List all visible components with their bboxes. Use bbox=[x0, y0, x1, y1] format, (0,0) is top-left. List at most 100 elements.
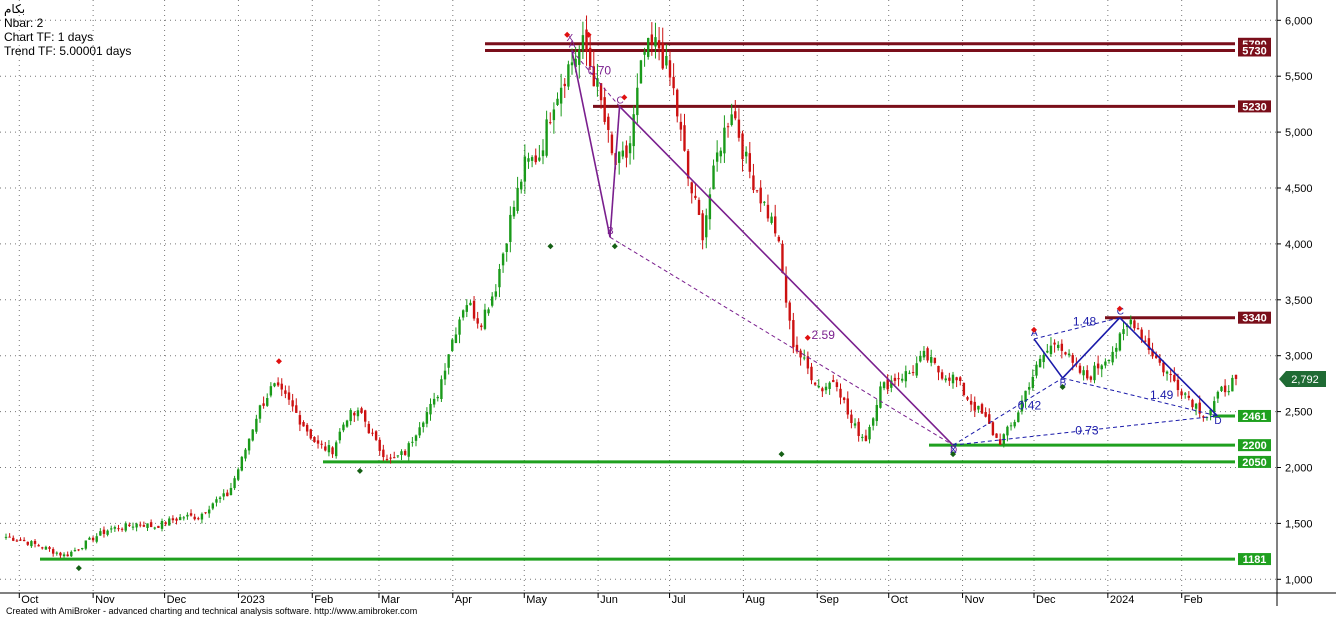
candle-body bbox=[861, 436, 864, 438]
y-tick-label: 3,000 bbox=[1285, 351, 1313, 363]
candle-body bbox=[581, 35, 585, 50]
swing-low-marker bbox=[75, 565, 82, 572]
candle-body bbox=[135, 523, 138, 528]
candle-body bbox=[1216, 391, 1220, 399]
candle-body bbox=[73, 550, 77, 552]
candle-body bbox=[62, 554, 66, 557]
candle-body bbox=[922, 350, 926, 358]
candle-body bbox=[1031, 376, 1035, 388]
candle-body bbox=[1133, 320, 1136, 329]
candle-body bbox=[255, 418, 258, 432]
candle-body bbox=[483, 309, 487, 329]
candle-body bbox=[665, 55, 668, 66]
candle-body bbox=[1187, 395, 1191, 398]
candle-body bbox=[1013, 422, 1016, 427]
candle-body bbox=[171, 518, 175, 521]
candle-body bbox=[904, 371, 908, 382]
candle-body bbox=[911, 372, 915, 374]
candle-body bbox=[26, 541, 29, 545]
candle-body bbox=[131, 526, 135, 528]
candle-body bbox=[425, 412, 429, 424]
candle-body bbox=[959, 377, 962, 382]
candle-body bbox=[599, 83, 603, 101]
candle-body bbox=[774, 216, 777, 234]
candle-body bbox=[371, 432, 374, 434]
candle-body bbox=[1060, 343, 1064, 351]
y-tick-label: 3,500 bbox=[1285, 295, 1313, 307]
x-tick-label: 2024 bbox=[1110, 594, 1134, 606]
x-tick-label: 2023 bbox=[240, 594, 264, 606]
candle-body bbox=[781, 243, 784, 273]
pattern-leg bbox=[609, 106, 621, 238]
candle-body bbox=[298, 415, 302, 425]
candle-body bbox=[523, 156, 527, 182]
candle-body bbox=[19, 539, 22, 541]
candle-body bbox=[1089, 376, 1093, 380]
candle-body bbox=[977, 405, 980, 410]
candle-body bbox=[197, 518, 200, 520]
candle-body bbox=[980, 404, 984, 414]
candle-body bbox=[88, 537, 91, 540]
candle-body bbox=[476, 318, 479, 324]
candle-body bbox=[353, 412, 356, 416]
candle-body bbox=[585, 29, 588, 52]
candle-body bbox=[189, 513, 193, 516]
candle-body bbox=[1115, 347, 1118, 352]
candle-body bbox=[683, 125, 686, 151]
candle-body bbox=[70, 551, 73, 557]
pattern-ratio-label: 0.42 bbox=[1018, 399, 1042, 413]
candle-body bbox=[770, 216, 773, 223]
candle-body bbox=[578, 49, 581, 65]
candle-body bbox=[1173, 375, 1176, 382]
y-tick-label: 4,500 bbox=[1285, 183, 1313, 195]
candle-body bbox=[520, 181, 523, 190]
candle-body bbox=[276, 382, 280, 386]
candle-body bbox=[324, 446, 327, 451]
candle-body bbox=[280, 383, 283, 390]
candle-body bbox=[1169, 374, 1172, 376]
candle-body bbox=[973, 401, 976, 411]
candle-body bbox=[875, 405, 878, 422]
candle-body bbox=[494, 291, 498, 297]
candle-body bbox=[563, 83, 566, 87]
candle-body bbox=[1136, 328, 1140, 330]
candle-body bbox=[480, 325, 483, 328]
candle-body bbox=[505, 243, 508, 253]
candle-body bbox=[1213, 401, 1216, 412]
candle-body bbox=[22, 539, 26, 542]
resistance-label: 5730 bbox=[1242, 45, 1266, 57]
candle-body bbox=[654, 37, 657, 47]
pattern-ratio-label: 0.70 bbox=[588, 63, 612, 77]
candle-body bbox=[164, 522, 167, 525]
candle-body bbox=[752, 175, 755, 191]
candle-body bbox=[509, 214, 512, 242]
support-label: 2461 bbox=[1242, 411, 1266, 423]
candle-body bbox=[436, 396, 439, 399]
candle-body bbox=[414, 435, 418, 441]
candle-body bbox=[763, 201, 766, 203]
candle-body bbox=[661, 43, 664, 69]
candle-body bbox=[734, 111, 737, 119]
x-tick-label: Jul bbox=[672, 594, 686, 606]
y-tick-label: 6,000 bbox=[1285, 15, 1313, 27]
candle-body bbox=[418, 427, 421, 436]
candle-body bbox=[124, 523, 127, 531]
pattern-leg bbox=[571, 50, 611, 238]
candle-body bbox=[1046, 350, 1049, 353]
candle-body bbox=[512, 206, 516, 217]
candle-body bbox=[59, 552, 62, 556]
candle-body bbox=[857, 421, 860, 437]
candle-body bbox=[305, 424, 309, 432]
candle-body bbox=[1223, 385, 1227, 393]
candle-body bbox=[1071, 355, 1074, 363]
candle-body bbox=[636, 87, 639, 116]
candle-body bbox=[933, 357, 937, 364]
harmonic-patterns: XABCD0.702.59XABCD1.480.421.490.73 bbox=[75, 31, 1222, 572]
candle-body bbox=[451, 339, 454, 352]
candle-body bbox=[1096, 363, 1100, 369]
candle-body bbox=[621, 150, 625, 157]
nbar-label: Nbar: 2 bbox=[4, 16, 44, 30]
x-tick-label: Dec bbox=[167, 594, 187, 606]
candle-body bbox=[295, 405, 298, 413]
candle-body bbox=[316, 440, 320, 444]
